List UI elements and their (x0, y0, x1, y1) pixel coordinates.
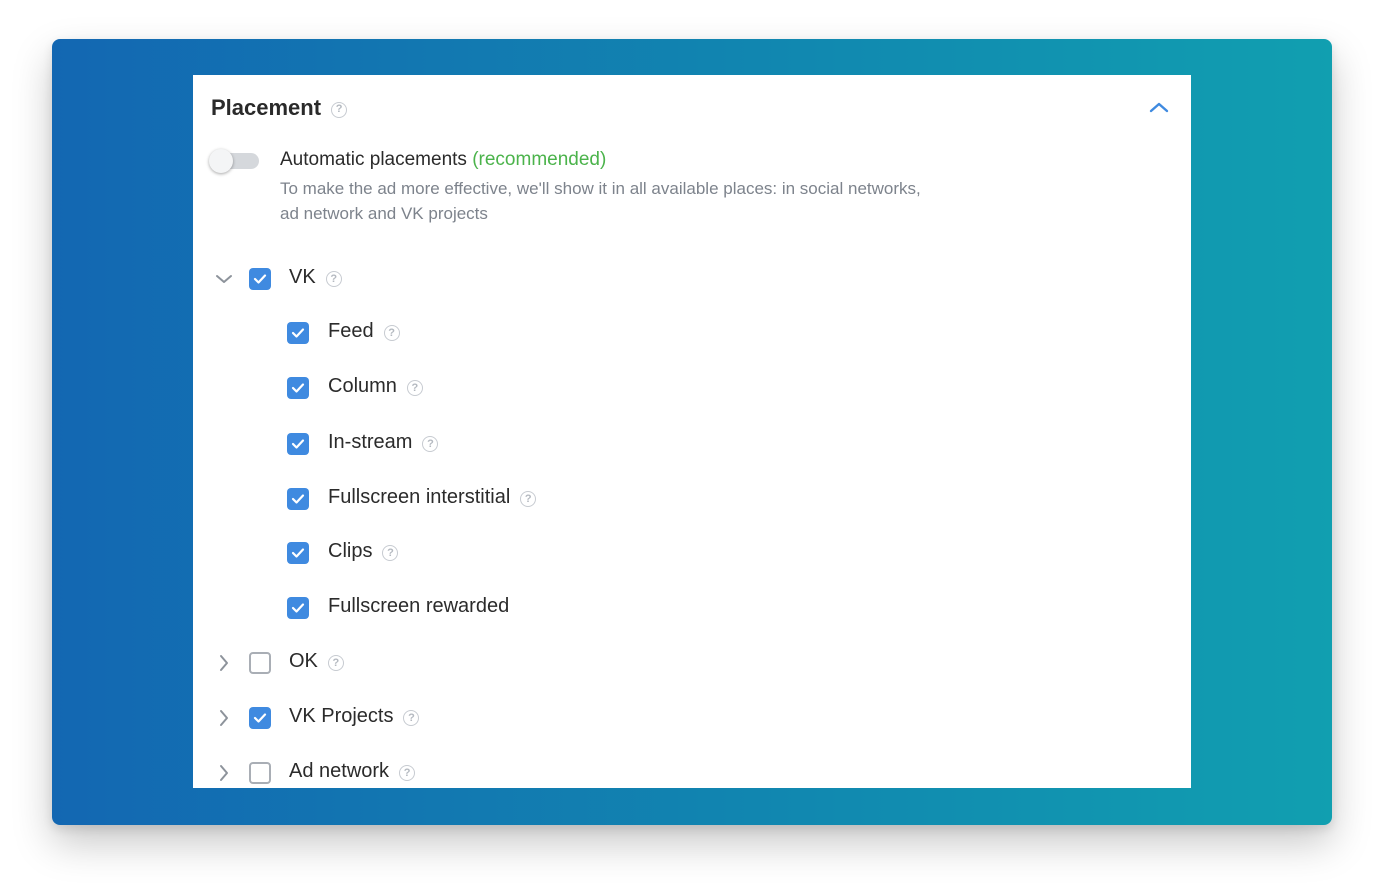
help-icon[interactable]: ? (422, 436, 439, 452)
help-icon[interactable]: ? (382, 545, 399, 561)
group-label-ok: OK ? (289, 650, 344, 673)
automatic-placements-toggle[interactable] (209, 149, 259, 173)
checkbox-ok[interactable] (249, 652, 271, 674)
help-icon[interactable]: ? (331, 101, 348, 118)
placement-name-in-stream: In-stream (328, 431, 413, 453)
expand-toggle-ok[interactable] (213, 652, 235, 674)
help-icon[interactable]: ? (327, 655, 344, 671)
help-icon[interactable]: ? (325, 271, 342, 287)
chevron-down-icon (216, 275, 232, 283)
expand-toggle-vk[interactable] (213, 268, 235, 290)
checkbox-fullscreen-rewarded[interactable] (287, 597, 309, 619)
group-name-ok: OK (289, 650, 318, 672)
expand-toggle-vk-projects[interactable] (213, 707, 235, 729)
checkbox-ad-network[interactable] (249, 762, 271, 784)
chevron-right-icon (220, 710, 228, 726)
group-label-vk-projects: VK Projects ? (289, 705, 420, 728)
help-icon[interactable]: ? (399, 765, 416, 781)
checkbox-vk-projects[interactable] (249, 707, 271, 729)
placement-name-feed: Feed (328, 320, 374, 342)
group-label-vk: VK ? (289, 266, 342, 289)
check-icon (291, 328, 305, 338)
check-icon (291, 494, 305, 504)
collapse-button[interactable] (1145, 93, 1173, 121)
check-icon (291, 603, 305, 613)
description-line-2: ad network and VK projects (280, 204, 488, 223)
recommended-label: (recommended) (472, 149, 607, 170)
check-icon (291, 383, 305, 393)
placement-name-fullscreen-rewarded: Fullscreen rewarded (328, 595, 510, 617)
chevron-up-icon (1149, 102, 1169, 113)
chevron-right-icon (220, 765, 228, 781)
check-icon (253, 713, 267, 723)
automatic-placements-text: Automatic placements (recommended) To ma… (280, 149, 1020, 226)
expand-toggle-ad-network[interactable] (213, 762, 235, 784)
check-icon (291, 439, 305, 449)
checkbox-fullscreen-interstitial[interactable] (287, 488, 309, 510)
checkbox-clips[interactable] (287, 542, 309, 564)
checkbox-feed[interactable] (287, 322, 309, 344)
section-title: Placement (211, 95, 322, 120)
child-label-feed: Feed ? (328, 320, 400, 343)
checkbox-vk[interactable] (249, 268, 271, 290)
automatic-placements-title: Automatic placements (recommended) (280, 149, 1020, 171)
help-icon[interactable]: ? (383, 325, 400, 341)
chevron-right-icon (220, 655, 228, 671)
group-name-vk-projects: VK Projects (289, 705, 394, 727)
help-icon[interactable]: ? (520, 491, 537, 507)
child-label-fullscreen-interstitial: Fullscreen interstitial ? (328, 486, 537, 509)
automatic-placements-description: To make the ad more effective, we'll sho… (280, 176, 1020, 226)
placement-name-column: Column (328, 375, 397, 397)
check-icon (291, 548, 305, 558)
checkbox-column[interactable] (287, 377, 309, 399)
child-label-fullscreen-rewarded: Fullscreen rewarded (328, 595, 509, 618)
toggle-knob (209, 149, 233, 173)
child-label-column: Column ? (328, 375, 423, 398)
check-icon (253, 274, 267, 284)
help-icon[interactable]: ? (406, 380, 423, 396)
automatic-placements-label: Automatic placements (280, 149, 467, 170)
group-label-ad-network: Ad network ? (289, 760, 416, 783)
background-frame: Placement ? Automatic placements (recomm… (52, 39, 1332, 825)
description-line-1: To make the ad more effective, we'll sho… (280, 179, 921, 198)
placement-name-fullscreen-interstitial: Fullscreen interstitial (328, 486, 511, 508)
child-label-clips: Clips ? (328, 540, 399, 563)
section-header: Placement ? (211, 95, 348, 121)
placement-name-clips: Clips (328, 540, 373, 562)
group-name-ad-network: Ad network (289, 760, 390, 782)
group-name-vk: VK (289, 266, 316, 288)
child-label-in-stream: In-stream ? (328, 431, 439, 454)
checkbox-in-stream[interactable] (287, 433, 309, 455)
help-icon[interactable]: ? (403, 710, 420, 726)
placement-panel: Placement ? Automatic placements (recomm… (193, 75, 1191, 788)
